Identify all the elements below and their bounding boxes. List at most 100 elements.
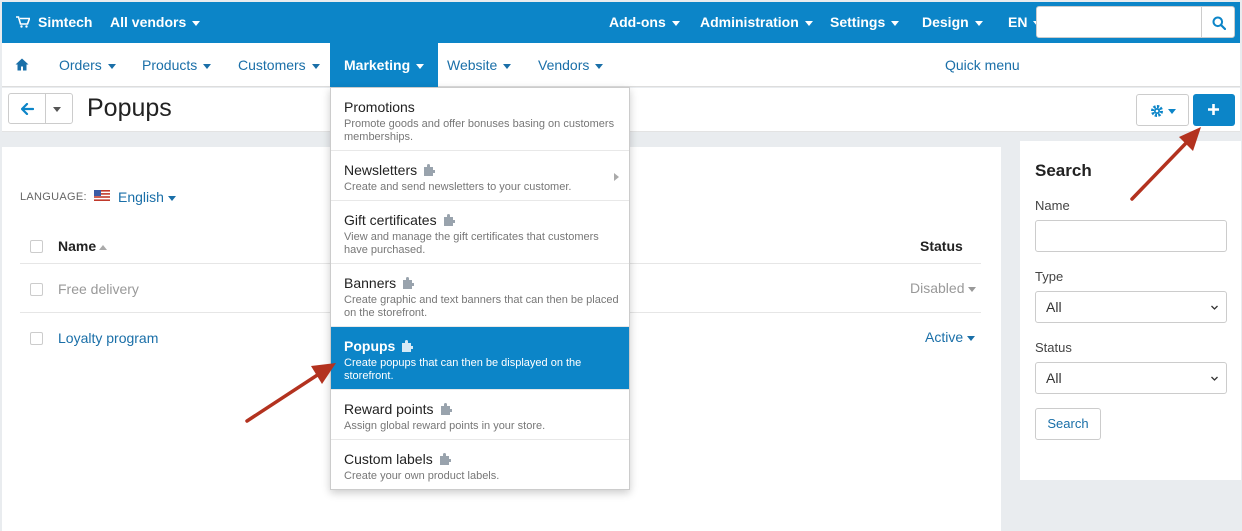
vendor-selector-label: All vendors [110,14,187,30]
menu-item-title: Banners [344,275,415,291]
main-nav: Orders Products Customers Marketing Webs… [2,43,1240,87]
nav-marketing-label: Marketing [344,57,411,73]
puzzle-icon [424,164,436,176]
search-submit-button[interactable]: Search [1035,408,1101,440]
menu-item-title-text: Banners [344,275,397,291]
back-button[interactable] [8,93,46,124]
history-dropdown-button[interactable] [45,93,73,124]
settings-dropdown-button[interactable] [1136,94,1189,126]
menu-item-title-text: Gift certificates [344,212,437,228]
menu-design[interactable]: Design [922,2,983,43]
select-all-checkbox[interactable] [30,240,43,253]
nav-vendors-label: Vendors [538,57,590,73]
chevron-down-icon [503,63,512,69]
menu-item-promotions[interactable]: Promotions Promote goods and offer bonus… [331,88,629,151]
chevron-down-icon [1168,109,1176,114]
chevron-down-icon [671,20,680,26]
row-name-link[interactable]: Loyalty program [58,330,158,346]
nav-orders-label: Orders [59,57,102,73]
menu-design-label: Design [922,14,969,30]
type-label: Type [1035,269,1064,284]
puzzle-icon [439,453,451,465]
menu-item-description: View and manage the gift certificates th… [344,231,599,256]
language-selector-label: EN [1008,14,1028,30]
chevron-down-icon [891,20,900,26]
gear-icon [1151,105,1163,117]
nav-orders[interactable]: Orders [47,43,128,87]
chevron-down-icon [311,63,320,69]
status-select[interactable]: All [1035,362,1227,394]
page-title: Popups [87,94,172,122]
nav-website-label: Website [447,57,498,73]
menu-administration[interactable]: Administration [700,2,813,43]
menu-add-ons[interactable]: Add-ons [609,2,680,43]
puzzle-icon [440,403,452,415]
menu-item-description: Promote goods and offer bonuses basing o… [344,118,615,143]
us-flag-icon [94,190,110,201]
row-checkbox[interactable] [30,283,43,296]
menu-settings[interactable]: Settings [830,2,900,43]
menu-item-title: Promotions [344,99,415,115]
chevron-down-icon [167,195,176,201]
sort-asc-icon [99,244,108,250]
menu-item-banners[interactable]: Banners Create graphic and text banners … [331,264,629,327]
puzzle-icon [443,214,455,226]
menu-item-description: Create and send newsletters to your cust… [344,181,572,193]
row-name-link[interactable]: Free delivery [58,281,139,297]
chevron-down-icon [967,335,976,341]
row-checkbox[interactable] [30,332,43,345]
puzzle-icon [403,277,415,289]
plus-icon [1208,104,1219,115]
type-select[interactable]: All [1035,291,1227,323]
menu-item-description: Create your own product labels. [344,470,500,482]
row-status-label: Active [925,329,964,345]
menu-item-title-text: Popups [344,338,396,354]
nav-customers-label: Customers [238,57,306,73]
nav-website[interactable]: Website [435,43,523,87]
nav-vendors[interactable]: Vendors [526,43,615,87]
chevron-down-icon [1211,305,1218,310]
store-name-link[interactable]: Simtech [38,2,92,43]
column-header-status: Status [920,238,963,254]
menu-item-newsletters[interactable]: Newsletters Create and send newsletters … [331,151,629,201]
global-search-button[interactable] [1201,6,1235,38]
menu-item-title-text: Reward points [344,401,434,417]
chevron-down-icon [595,63,604,69]
menu-item-title: Newsletters [344,162,436,178]
nav-customers[interactable]: Customers [226,43,332,87]
vendor-selector[interactable]: All vendors [110,2,201,43]
quick-menu-link[interactable]: Quick menu [945,43,1020,87]
menu-item-title: Reward points [344,401,452,417]
menu-item-reward-points[interactable]: Reward points Assign global reward point… [331,390,629,440]
search-panel-title: Search [1035,161,1092,180]
nav-marketing[interactable]: Marketing [330,43,439,87]
menu-item-custom-labels[interactable]: Custom labels Create your own product la… [331,440,629,490]
nav-products[interactable]: Products [130,43,223,87]
global-search-input[interactable] [1036,6,1202,38]
status-label: Status [1035,340,1072,355]
chevron-down-icon [968,286,977,292]
name-label: Name [1035,198,1070,213]
chevron-down-icon [1211,376,1218,381]
cart-icon [16,16,30,28]
menu-item-title: Gift certificates [344,212,455,228]
chevron-down-icon [192,20,201,26]
language-selector-content[interactable]: English [118,189,176,205]
chevron-down-icon [107,63,116,69]
row-status-dropdown[interactable]: Active [925,329,976,345]
chevron-down-icon [203,63,212,69]
home-icon[interactable] [15,58,29,71]
menu-item-popups[interactable]: Popups Create popups that can then be di… [331,327,629,390]
menu-item-gift-certificates[interactable]: Gift certificates View and manage the gi… [331,201,629,264]
menu-item-title: Popups [344,338,414,354]
puzzle-icon [402,340,414,352]
column-header-name-label: Name [58,238,97,254]
row-status-label: Disabled [910,280,965,296]
add-popup-button[interactable] [1193,94,1235,126]
type-select-value: All [1046,299,1062,315]
row-status-dropdown[interactable]: Disabled [910,280,977,296]
column-header-name[interactable]: Name [58,238,108,254]
menu-administration-label: Administration [700,14,799,30]
name-input[interactable] [1035,220,1227,252]
chevron-down-icon [53,107,61,112]
